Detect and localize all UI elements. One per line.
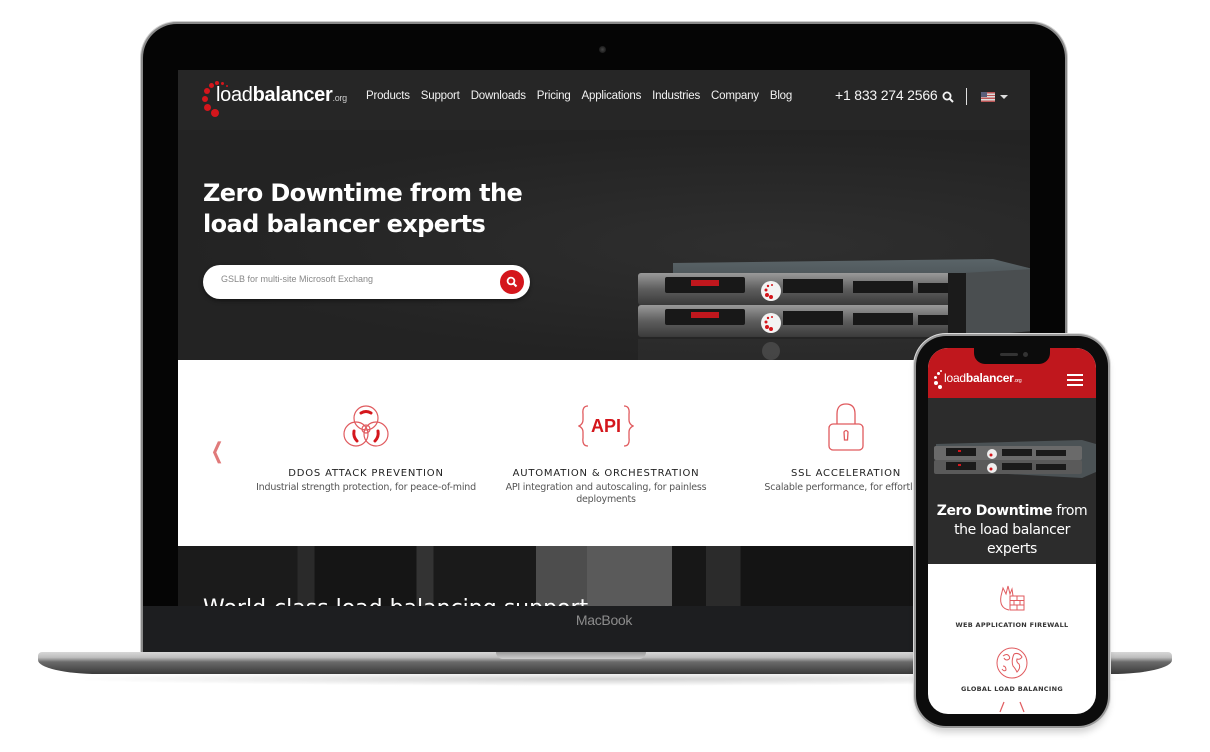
search-button[interactable] bbox=[500, 270, 524, 294]
hero-section: Zero Downtime from the load balancer exp… bbox=[178, 130, 1030, 369]
feature-card[interactable]: API AUTOMATION & ORCHESTRATION API integ… bbox=[496, 398, 716, 506]
nav-blog[interactable]: Blog bbox=[770, 90, 792, 102]
server-appliance-image bbox=[934, 440, 1096, 478]
svg-text:API: API bbox=[591, 416, 621, 436]
webcam bbox=[599, 46, 606, 53]
hamburger-menu-icon[interactable] bbox=[1067, 374, 1083, 386]
feature-description: API integration and autoscaling, for pai… bbox=[505, 482, 707, 505]
mobile-feature-title: WEB APPLICATION FIREWALL bbox=[955, 621, 1069, 629]
logo[interactable]: loadbalancer.org bbox=[202, 80, 352, 117]
mobile-logo[interactable]: loadbalancer.org bbox=[934, 370, 1034, 390]
section-heading: World-class load balancing support bbox=[203, 596, 588, 606]
feature-title: DDOS ATTACK PREVENTION bbox=[288, 468, 444, 479]
us-flag-icon[interactable] bbox=[981, 92, 995, 102]
site-header: loadbalancer.org Products Support Downlo… bbox=[178, 70, 1030, 130]
feature-title: AUTOMATION & ORCHESTRATION bbox=[512, 468, 700, 479]
phone-screen: loadbalancer.org Zero Downtime from the … bbox=[928, 348, 1096, 714]
padlock-icon bbox=[828, 403, 864, 451]
phone-notch bbox=[974, 348, 1050, 364]
carousel-chevrons-icon[interactable] bbox=[990, 698, 1034, 714]
nav-products[interactable]: Products bbox=[366, 90, 410, 102]
features-carousel: ❮ DDOS ATTACK PREVENTION Industrial stre… bbox=[178, 360, 1030, 546]
phone-number[interactable]: +1 833 274 2566 bbox=[835, 87, 938, 103]
laptop-hinge-notch bbox=[496, 652, 646, 659]
chevron-left-icon[interactable]: ❮ bbox=[211, 441, 224, 463]
mobile-feature-card[interactable]: GLOBAL LOAD BALANCING bbox=[928, 646, 1096, 693]
mobile-hero-title: Zero Downtime from the load balancer exp… bbox=[936, 503, 1088, 557]
laptop-screen: loadbalancer.org Products Support Downlo… bbox=[178, 70, 1030, 606]
header-divider bbox=[966, 88, 967, 105]
globe-icon bbox=[996, 647, 1028, 679]
api-icon: API bbox=[578, 405, 634, 447]
phone-frame: loadbalancer.org Zero Downtime from the … bbox=[916, 336, 1108, 726]
main-nav: Products Support Downloads Pricing Appli… bbox=[366, 90, 803, 102]
mobile-feature-title: GLOBAL LOAD BALANCING bbox=[961, 685, 1063, 693]
biohazard-icon bbox=[343, 405, 389, 447]
mobile-feature-card[interactable]: WEB APPLICATION FIREWALL bbox=[928, 582, 1096, 629]
nav-company[interactable]: Company bbox=[711, 90, 759, 102]
logo-wordmark: loadbalancer.org bbox=[944, 371, 1022, 385]
nav-applications[interactable]: Applications bbox=[582, 90, 642, 102]
caret-down-icon[interactable] bbox=[1000, 95, 1008, 99]
nav-support[interactable]: Support bbox=[421, 90, 460, 102]
feature-description: Industrial strength protection, for peac… bbox=[256, 482, 476, 493]
datacenter-section: World-class load balancing support bbox=[178, 546, 1030, 606]
hero-search-bar bbox=[203, 265, 530, 299]
firewall-icon bbox=[1000, 585, 1025, 611]
nav-downloads[interactable]: Downloads bbox=[471, 90, 526, 102]
search-icon[interactable] bbox=[942, 91, 954, 103]
search-icon bbox=[506, 276, 518, 288]
feature-card[interactable]: DDOS ATTACK PREVENTION Industrial streng… bbox=[256, 398, 476, 494]
nav-industries[interactable]: Industries bbox=[652, 90, 700, 102]
logo-wordmark: loadbalancer.org bbox=[216, 84, 347, 106]
hero-title: Zero Downtime from the load balancer exp… bbox=[203, 179, 523, 238]
nav-pricing[interactable]: Pricing bbox=[537, 90, 571, 102]
search-input[interactable] bbox=[221, 274, 481, 284]
mobile-hero: Zero Downtime from the load balancer exp… bbox=[928, 398, 1096, 564]
